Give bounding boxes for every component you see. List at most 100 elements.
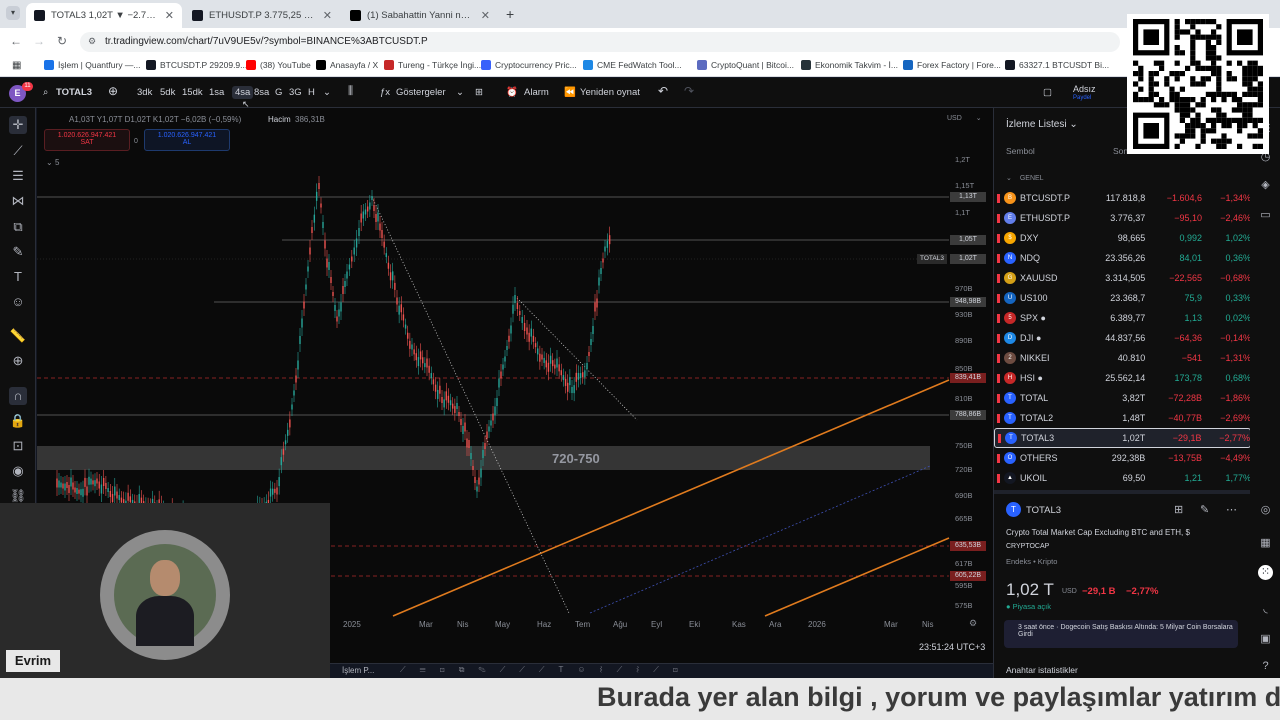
bookmark-item[interactable]: Cryptocurrency Pric...	[481, 60, 577, 70]
cursor-crosshair-icon[interactable]: ✛	[9, 116, 27, 134]
interval-8sa[interactable]: 8sa	[254, 87, 269, 98]
bookmark-item[interactable]: CryptoQuant | Bitcoi...	[697, 60, 794, 70]
indicators-button[interactable]: Göstergeler	[396, 87, 446, 98]
calendar-icon[interactable]: ▦	[1258, 536, 1273, 551]
lock-icon[interactable]: ⊡	[9, 437, 27, 455]
bookmark-item[interactable]: İşlem | Quantfury —...	[44, 60, 141, 70]
indicators-icon[interactable]: ƒx	[380, 87, 390, 98]
bookmark-item[interactable]: (38) YouTube	[246, 60, 311, 70]
text-tool-icon[interactable]: T	[9, 268, 27, 286]
replay-icon[interactable]: ⏪	[564, 87, 576, 98]
bookmark-item[interactable]: Tureng - Türkçe İngi...	[384, 60, 481, 70]
close-tab-icon[interactable]: ✕	[481, 9, 490, 22]
interval-1sa[interactable]: 1sa	[209, 87, 224, 98]
watchlist-row-dxy[interactable]: $ DXY 98,665 0,992 1,02%	[994, 228, 1251, 248]
new-tab-plus-icon[interactable]: +	[506, 6, 514, 22]
sell-button[interactable]: 1.020.626.947.421 SAT	[44, 129, 130, 151]
url-field[interactable]: ⚙ tr.tradingview.com/chart/7uV9UE5v/?sym…	[80, 32, 1120, 52]
details-more-icon[interactable]: ⋯	[1226, 503, 1237, 516]
browser-tab-0[interactable]: TOTAL3 1,02T ▼ −2.77% Adsız ✕	[26, 3, 182, 28]
zoom-in-icon[interactable]: ⊕	[9, 352, 27, 370]
compare-plus-icon[interactable]: ⊕	[108, 84, 118, 98]
back-arrow-icon[interactable]: ←	[10, 34, 22, 48]
layouts-grid-icon[interactable]: ⊞	[475, 87, 483, 98]
details-source[interactable]: CRYPTOCAP	[1006, 543, 1049, 550]
buy-button[interactable]: 1.020.626.947.421 AL	[144, 129, 230, 151]
interval-dropdown-chevron-icon[interactable]: ⌄	[323, 87, 331, 98]
site-info-icon[interactable]: ⚙	[88, 36, 96, 47]
close-tab-icon[interactable]: ✕	[323, 9, 332, 22]
currency-selector[interactable]: USD ⌄	[947, 114, 987, 127]
lock-drawings-icon[interactable]: 🔒	[9, 412, 27, 430]
watchlist-title[interactable]: İzleme Listesi ⌄	[1006, 119, 1078, 130]
white-dotted-trendline[interactable]	[516, 297, 638, 421]
help-icon[interactable]: ?	[1258, 660, 1273, 675]
watchlist-row-total[interactable]: T TOTAL 3,82T −72,28B −1,86%	[994, 388, 1251, 408]
trend-line-icon[interactable]: ⟋	[9, 142, 27, 160]
chart-type-candles-icon[interactable]: ⫼	[348, 85, 353, 98]
interval-15dk[interactable]: 15dk	[182, 87, 203, 98]
blue-dotted-trendline[interactable]	[589, 465, 931, 614]
watchlist-row-dji[interactable]: D DJI ● 44.837,56 −64,36 −0,14%	[994, 328, 1251, 348]
alarm-clock-icon[interactable]: ⏰	[506, 87, 518, 98]
symbol-name[interactable]: TOTAL3	[56, 87, 92, 98]
watchlist-row-btcusdtp[interactable]: B BTCUSDT.P 117.818,8 −1.604,6 −1,34%	[994, 188, 1251, 208]
browser-tab-2[interactable]: (1) Sabahattin Yanni nokta Eterik ✕	[342, 3, 498, 28]
target-icon[interactable]: ◎	[1258, 503, 1273, 518]
interval-4sa[interactable]: 4sa	[232, 86, 254, 99]
details-symbol[interactable]: TOTAL3	[1026, 505, 1061, 516]
replay-button[interactable]: Yeniden oynat	[580, 87, 640, 98]
interval-3G[interactable]: 3G	[289, 87, 302, 98]
magnet-icon[interactable]: ∩	[9, 387, 27, 405]
bottom-tab-trading-panel[interactable]: İşlem P...	[342, 666, 374, 675]
close-tab-icon[interactable]: ✕	[165, 9, 174, 22]
bookmark-item[interactable]: Anasayfa / X	[316, 60, 378, 70]
indicators-chevron-icon[interactable]: ⌄	[456, 87, 464, 98]
indicators-collapse-toggle[interactable]: ⌄ 5	[46, 158, 59, 167]
layout-square-icon[interactable]: ▢	[1043, 87, 1052, 98]
symbol-search-icon[interactable]: ⌕	[43, 87, 48, 98]
bookmark-item[interactable]: Forex Factory | Fore...	[903, 60, 1001, 70]
watchlist-row-ukoil[interactable]: ▲ UKOIL 69,50 1,21 1,77%	[994, 468, 1251, 488]
browser-tab-1[interactable]: ETHUSDT.P 3.775,25 ▼ −2.49% ✕	[184, 3, 340, 28]
rss-icon[interactable]: ◟	[1258, 602, 1273, 617]
interval-H[interactable]: H	[308, 87, 315, 98]
watchlist-row-hsi[interactable]: H HSI ● 25.562,14 173,78 0,68%	[994, 368, 1251, 388]
apps-grid-icon[interactable]: ▦	[12, 60, 21, 71]
layers-icon[interactable]: ◈	[1258, 178, 1273, 193]
watchlist-row-others[interactable]: O OTHERS 292,38B −13,75B −4,49%	[994, 448, 1251, 468]
alarm-button[interactable]: Alarm	[524, 87, 549, 98]
watchlist-row-nikkei[interactable]: 2 NIKKEI 40.810 −541 −1,31%	[994, 348, 1251, 368]
interval-3dk[interactable]: 3dk	[137, 87, 152, 98]
watchlist-row-total2[interactable]: T TOTAL2 1,48T −40,77B −2,69%	[994, 408, 1251, 428]
white-dotted-trendline[interactable]	[371, 196, 570, 614]
watchlist-row-xauusd[interactable]: G XAUUSD 3.314,505 −22,565 −0,68%	[994, 268, 1251, 288]
watchlist-row-ethusdtp[interactable]: E ETHUSDT.P 3.776,37 −95,10 −2,46%	[994, 208, 1251, 228]
bookmark-item[interactable]: CME FedWatch Tool...	[583, 60, 682, 70]
eye-icon[interactable]: ◉	[9, 462, 27, 480]
candlesticks[interactable]	[56, 176, 611, 546]
fib-retracement-icon[interactable]: ☰	[9, 167, 27, 185]
layout-name[interactable]: Adsız	[1073, 84, 1096, 94]
details-grid-icon[interactable]: ⊞	[1174, 503, 1183, 516]
emoji-icon[interactable]: ☺	[9, 293, 27, 311]
undo-icon[interactable]: ↶	[658, 84, 668, 98]
details-edit-icon[interactable]: ✎	[1200, 503, 1209, 516]
bookmark-item[interactable]: Ekonomik Takvim - İ...	[801, 60, 898, 70]
orange-trendline[interactable]	[764, 537, 950, 617]
tab-list-chevron-icon[interactable]: ▾	[6, 6, 20, 20]
watchlist-row-total3[interactable]: T TOTAL3 1,02T −29,1B −2,77%	[994, 428, 1251, 448]
chat-icon[interactable]: ▭	[1258, 208, 1273, 223]
watchlist-row-ndq[interactable]: N NDQ 23.356,26 84,01 0,36%	[994, 248, 1251, 268]
news-card[interactable]: 3 saat önce · Dogecoin Satış Baskısı Alt…	[1004, 620, 1238, 648]
watchlist-row-spx[interactable]: 5 SPX ● 6.389,77 1,13 0,02%	[994, 308, 1251, 328]
interval-5dk[interactable]: 5dk	[160, 87, 175, 98]
interval-G[interactable]: G	[275, 87, 282, 98]
pattern-tool-icon[interactable]: ⋈	[9, 192, 27, 210]
col-header-symbol[interactable]: Sembol	[1006, 146, 1035, 156]
ruler-icon[interactable]: 📏	[9, 327, 27, 345]
settings-gear-icon[interactable]: ⚙	[969, 618, 977, 629]
bottom-tools-icon[interactable]: ⟋☰⊡⧉✎⟋⟋⟋T☺⌇⟋⌇⟋⊡	[400, 665, 692, 675]
brush-icon[interactable]: ✎	[9, 243, 27, 261]
bookmark-item[interactable]: 63327.1 BTCUSDT Bi...	[1005, 60, 1109, 70]
